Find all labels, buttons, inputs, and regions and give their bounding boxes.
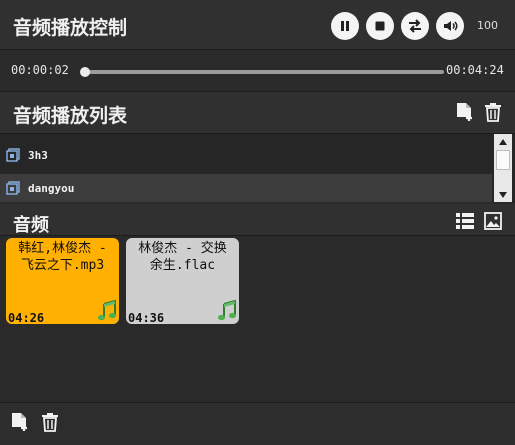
audio-card[interactable]: 韩红,林俊杰 - 飞云之下.mp3 04:26 xyxy=(6,238,119,325)
trash-icon xyxy=(485,103,501,122)
playlist: 3h3 dangyou xyxy=(0,134,515,202)
caret-down-icon xyxy=(499,191,507,198)
trash-icon xyxy=(42,413,58,432)
list-view-icon xyxy=(456,213,474,229)
stop-button[interactable] xyxy=(366,12,394,40)
total-time: 00:04:24 xyxy=(446,63,504,77)
loop-button[interactable] xyxy=(401,12,429,40)
progress-row: 00:00:02 00:04:24 xyxy=(0,50,515,92)
volume-icon xyxy=(444,21,458,31)
loop-icon xyxy=(409,19,421,33)
current-time: 00:00:02 xyxy=(11,63,69,77)
volume-value: 100 xyxy=(477,19,498,32)
scrollbar-thumb[interactable] xyxy=(496,150,510,170)
music-note-icon xyxy=(98,300,116,321)
audio-card-name: 林俊杰 - 交换 余生.flac xyxy=(138,241,227,273)
playlist-item-icon xyxy=(6,148,20,162)
playlist-item-label: dangyou xyxy=(28,181,75,195)
playback-control-title: 音频播放控制 xyxy=(13,17,128,39)
caret-up-icon xyxy=(499,138,507,145)
seek-handle[interactable] xyxy=(79,67,90,77)
playlist-scrollbar[interactable] xyxy=(494,134,512,202)
playlist-title: 音频播放列表 xyxy=(13,105,128,127)
audio-card-duration: 04:26 xyxy=(8,311,45,325)
pause-icon xyxy=(341,21,349,31)
playlist-item[interactable]: 3h3 xyxy=(0,141,492,169)
image-view-icon xyxy=(484,212,502,230)
playlist-icon xyxy=(6,148,20,162)
playlist-item-label: 3h3 xyxy=(28,148,48,162)
list-view-button[interactable] xyxy=(455,211,475,231)
playlist-item[interactable]: dangyou xyxy=(0,174,492,202)
add-file-icon xyxy=(457,103,472,121)
playlist-item-icon xyxy=(6,181,20,195)
footer-toolbar xyxy=(0,402,515,445)
scroll-down-button[interactable] xyxy=(494,187,512,202)
stop-icon xyxy=(375,21,385,31)
add-file-icon xyxy=(12,413,27,431)
footer-add-button[interactable] xyxy=(10,412,30,432)
footer-delete-button[interactable] xyxy=(40,412,60,432)
scroll-up-button[interactable] xyxy=(494,134,512,149)
audio-title: 音频 xyxy=(13,215,49,236)
audio-card-duration: 04:36 xyxy=(128,311,165,325)
image-view-button[interactable] xyxy=(483,211,503,231)
pause-button[interactable] xyxy=(331,12,359,40)
audio-card[interactable]: 林俊杰 - 交换 余生.flac 04:36 xyxy=(126,238,239,325)
music-note-icon xyxy=(218,300,236,321)
audio-header xyxy=(0,204,515,236)
audio-card-name: 韩红,林俊杰 - 飞云之下.mp3 xyxy=(18,241,107,273)
playlist-icon xyxy=(6,181,20,195)
playlist-add-button[interactable] xyxy=(455,102,475,122)
playlist-delete-button[interactable] xyxy=(483,102,503,122)
seek-bar[interactable] xyxy=(79,67,444,77)
volume-button[interactable] xyxy=(436,12,464,40)
